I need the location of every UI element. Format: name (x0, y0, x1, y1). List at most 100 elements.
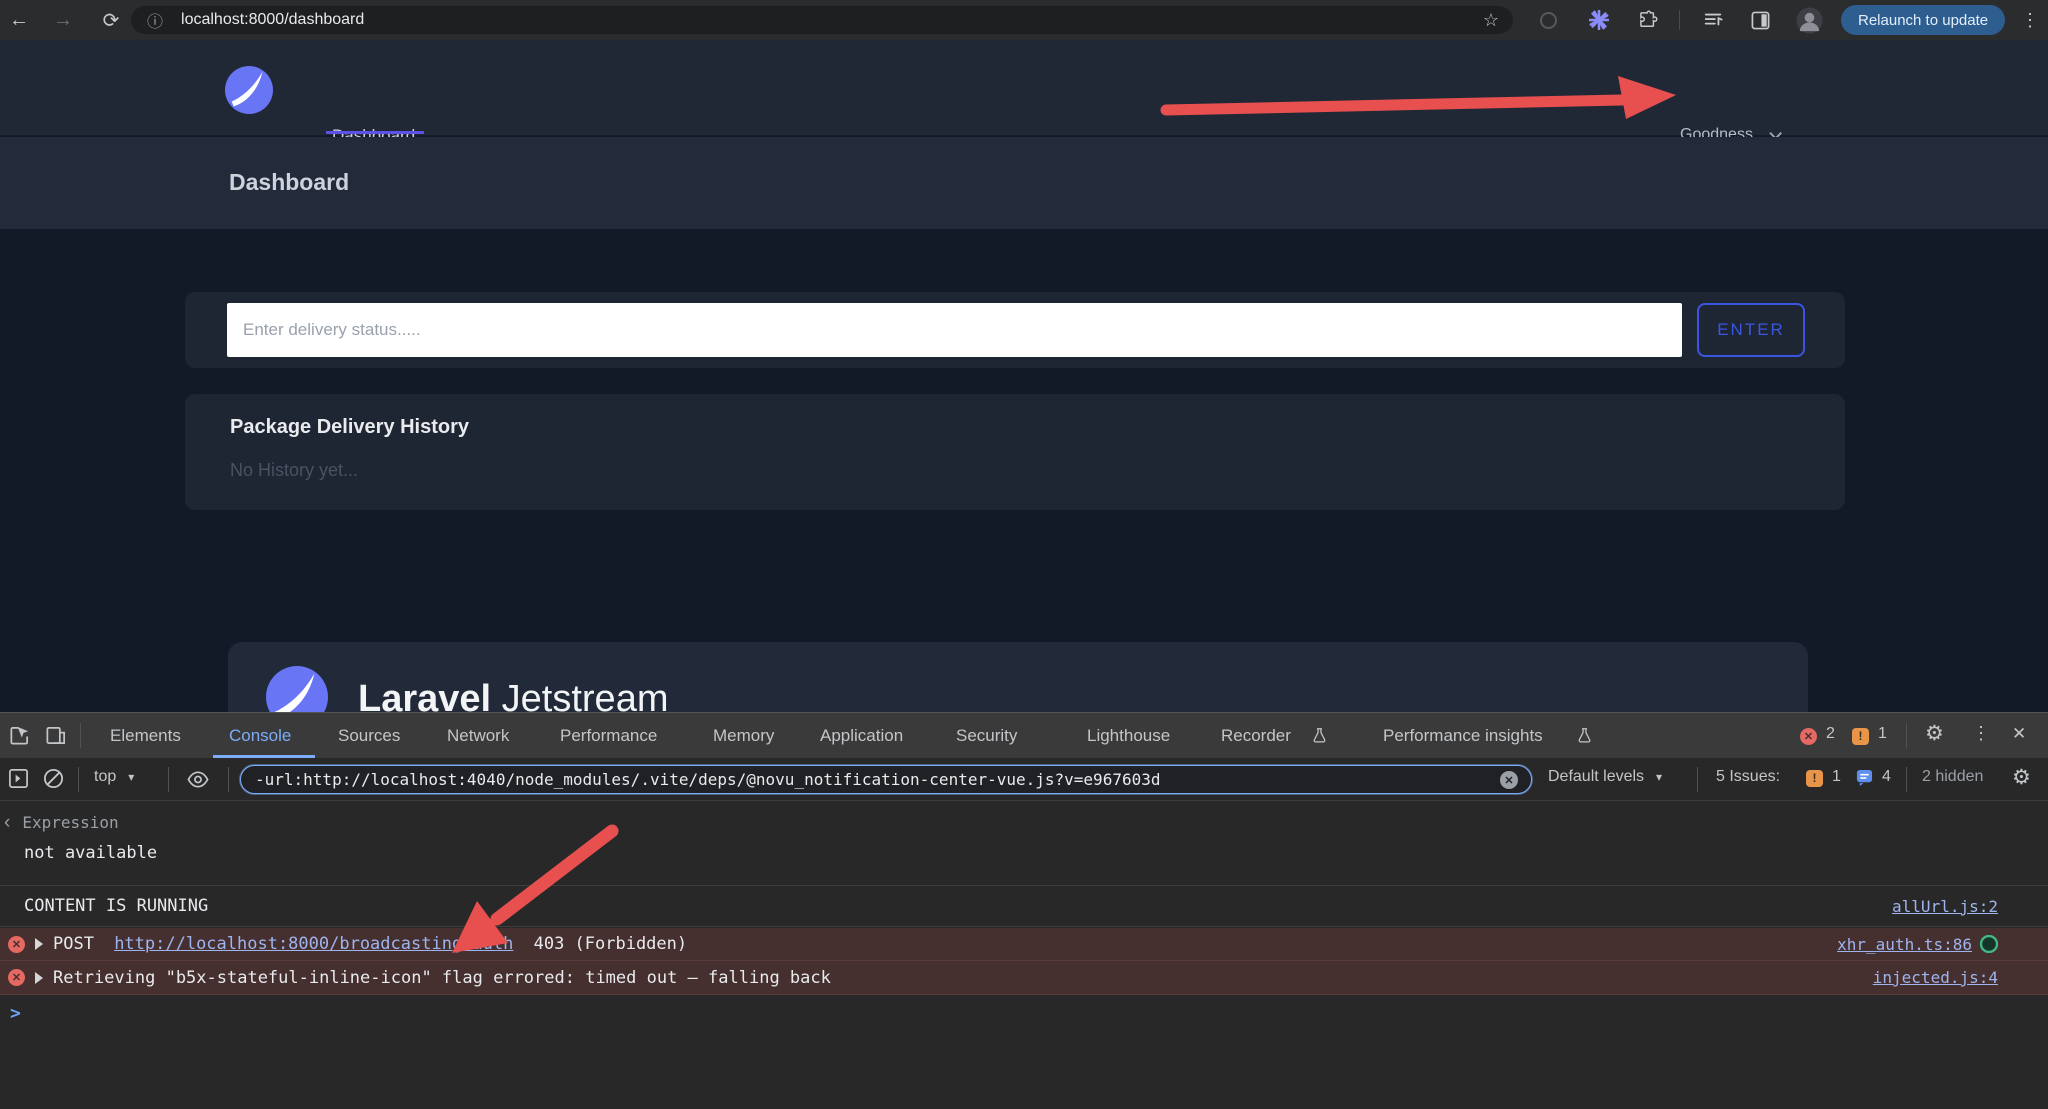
console-prompt-chevron[interactable]: > (10, 1003, 21, 1024)
tab-network[interactable]: Network (447, 713, 509, 758)
source-link[interactable]: xhr_auth.ts:86 (1837, 935, 1972, 954)
app-navbar: Dashboard Goodness (0, 40, 2048, 136)
relaunch-to-update-button[interactable]: Relaunch to update (1841, 5, 2005, 35)
browser-menu-icon[interactable]: ⋮ (2018, 0, 2042, 40)
url-text[interactable]: localhost:8000/dashboard (181, 11, 364, 29)
toolbar-divider (1697, 767, 1698, 792)
disabled-extension-icon (1537, 0, 1559, 40)
tab-recorder[interactable]: Recorder (1221, 713, 1291, 758)
dropdown-caret-icon: ▾ (1656, 770, 1662, 784)
history-card: Package Delivery History No History yet.… (185, 394, 1845, 510)
nav-active-underline (326, 131, 424, 134)
console-toolbar: top ▾ ✕ Default levels ▾ 5 Issues: ! 1 (0, 758, 2048, 801)
clear-console-icon[interactable] (42, 767, 65, 795)
dropdown-caret-icon: ▾ (128, 770, 134, 784)
context-label: top (94, 768, 116, 786)
expression-label: Expression (22, 813, 118, 832)
request-url-link[interactable]: http://localhost:8000/broadcasting/auth (114, 934, 513, 954)
tab-security[interactable]: Security (956, 713, 1017, 758)
clear-filter-icon[interactable]: ✕ (1500, 771, 1518, 789)
info-icon[interactable]: ⓘ (147, 8, 163, 32)
reload-icon[interactable]: ⟳ (96, 0, 126, 40)
error-circle-icon: ✕ (8, 936, 25, 953)
expand-caret-icon[interactable] (35, 938, 43, 950)
source-link[interactable]: injected.js:4 (1873, 968, 1998, 987)
collapse-chevron-icon: ‹ (4, 816, 10, 830)
devtools-close-icon[interactable]: ✕ (2012, 724, 2026, 744)
flask-icon (1576, 727, 1593, 744)
devtools-settings-gear-icon[interactable]: ⚙ (1925, 721, 1944, 746)
extension-burst-icon[interactable] (1586, 0, 1612, 40)
log-text: CONTENT IS RUNNING (24, 896, 208, 916)
error-count: 2 (1826, 725, 1835, 743)
issues-message-icon[interactable] (1856, 769, 1873, 791)
tab-elements[interactable]: Elements (110, 713, 181, 758)
tab-console[interactable]: Console (229, 713, 291, 758)
bookmark-star-icon[interactable]: ☆ (1483, 10, 1499, 31)
tabbar-divider (1906, 723, 1907, 748)
warning-square-icon: ! (1852, 728, 1869, 745)
delivery-status-card: ENTER (185, 292, 1845, 368)
console-sidebar-icon[interactable] (8, 768, 29, 794)
devtools-panel: Elements Console Sources Network Perform… (0, 712, 2048, 1109)
page-header: Dashboard (0, 137, 2048, 229)
toolbar-divider (1906, 767, 1907, 792)
log-levels-selector[interactable]: Default levels ▾ (1548, 768, 1662, 786)
device-toolbar-icon[interactable] (44, 724, 68, 752)
back-icon[interactable]: ← (4, 0, 34, 40)
devtools-menu-icon[interactable]: ⋮ (1972, 723, 1990, 744)
hidden-messages-label[interactable]: 2 hidden (1922, 768, 1983, 786)
browser-toolbar: ← → ⟳ ⓘ localhost:8000/dashboard ☆ (0, 0, 2048, 40)
inspect-element-icon[interactable] (8, 724, 31, 752)
expression-value: not available (24, 843, 157, 863)
source-extension-badge-icon (1980, 935, 1998, 953)
console-log-row[interactable]: CONTENT IS RUNNING allUrl.js:2 (0, 886, 2048, 927)
tab-lighthouse[interactable]: Lighthouse (1087, 713, 1170, 758)
error-suffix: 403 (Forbidden) (523, 934, 687, 954)
live-expression-header[interactable]: ‹ Expression (4, 813, 119, 832)
tab-application[interactable]: Application (820, 713, 903, 758)
issues-label[interactable]: 5 Issues: (1716, 768, 1780, 786)
jetstream-logo[interactable] (225, 66, 273, 119)
tab-memory[interactable]: Memory (713, 713, 774, 758)
forward-icon[interactable]: → (48, 0, 78, 40)
delivery-status-input[interactable] (227, 303, 1682, 357)
toolbar-divider (168, 767, 169, 792)
tab-sources[interactable]: Sources (338, 713, 400, 758)
page-title: Dashboard (229, 169, 349, 196)
toolbar-divider (78, 767, 79, 792)
console-messages: ‹ Expression not available CONTENT IS RU… (0, 801, 2048, 1109)
source-link[interactable]: allUrl.js:2 (1892, 897, 1998, 916)
console-settings-gear-icon[interactable]: ⚙ (2012, 765, 2031, 790)
enter-button[interactable]: ENTER (1697, 303, 1805, 357)
address-bar[interactable]: ⓘ localhost:8000/dashboard ☆ (131, 6, 1513, 34)
devtools-tab-bar: Elements Console Sources Network Perform… (0, 713, 2048, 758)
console-error-row[interactable]: ✕ POST http://localhost:8000/broadcastin… (0, 928, 2048, 961)
tab-performance-insights[interactable]: Performance insights (1383, 713, 1543, 758)
history-title: Package Delivery History (230, 416, 469, 439)
reading-list-icon[interactable] (1698, 0, 1728, 40)
flask-icon (1311, 727, 1328, 744)
warning-count: 1 (1878, 725, 1887, 743)
page-content: ENTER Package Delivery History No Histor… (0, 229, 2048, 712)
console-filter-input[interactable] (240, 765, 1532, 794)
screenshot-root: ← → ⟳ ⓘ localhost:8000/dashboard ☆ (0, 0, 2048, 1109)
issues-breakpoint-icon[interactable]: ! (1806, 769, 1823, 787)
expand-caret-icon[interactable] (35, 972, 43, 984)
issues-message-count: 4 (1882, 768, 1891, 786)
error-circle-icon: ✕ (8, 969, 25, 986)
extensions-puzzle-icon[interactable] (1634, 0, 1662, 40)
live-expression-eye-icon[interactable] (186, 768, 210, 796)
error-text: Retrieving "b5x-stateful-inline-icon" fl… (53, 968, 831, 988)
toolbar-divider (228, 767, 229, 792)
error-count-badge[interactable]: ✕ (1800, 727, 1817, 745)
side-panel-icon[interactable] (1745, 0, 1775, 40)
error-circle-icon: ✕ (1800, 728, 1817, 745)
tab-performance[interactable]: Performance (560, 713, 657, 758)
warning-count-badge[interactable]: ! (1852, 727, 1869, 745)
error-prefix: POST (53, 934, 104, 954)
console-error-row[interactable]: ✕ Retrieving "b5x-stateful-inline-icon" … (0, 961, 2048, 995)
avatar[interactable] (1793, 0, 1825, 40)
issues-breakpoint-count: 1 (1832, 768, 1841, 786)
context-selector[interactable]: top ▾ (94, 768, 134, 786)
